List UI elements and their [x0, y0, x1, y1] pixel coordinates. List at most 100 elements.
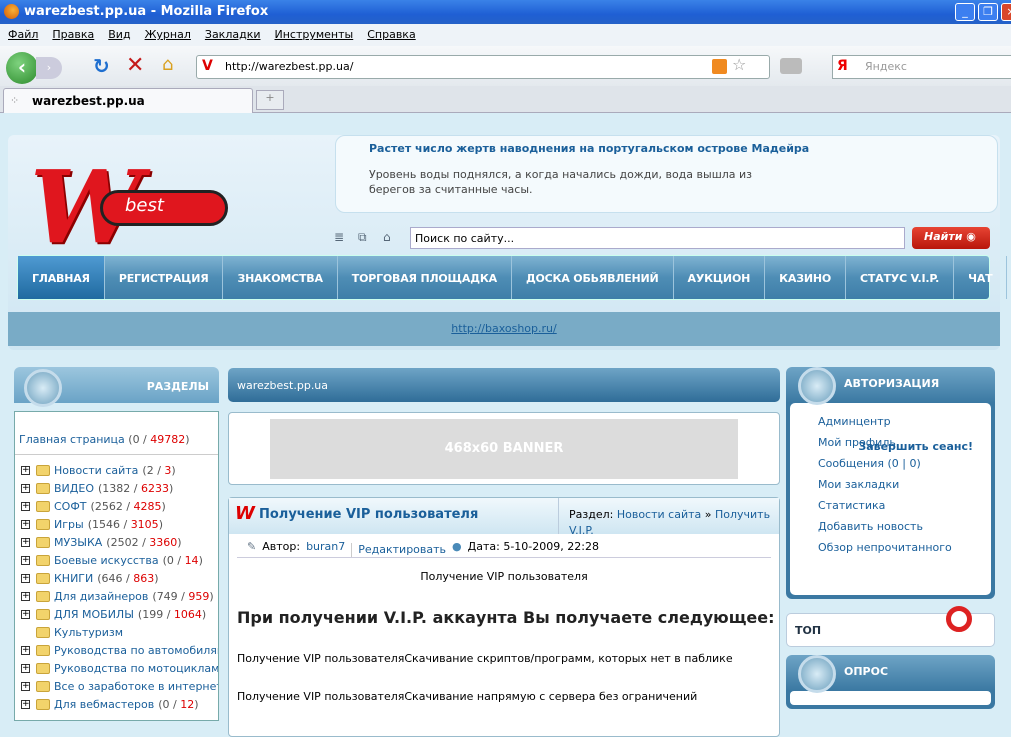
category-item[interactable]: + МУЗЫКА (2502 / 3360) — [15, 533, 218, 551]
category-label: КНИГИ — [54, 571, 94, 585]
menu-item[interactable]: Журнал — [145, 28, 191, 42]
expand-icon[interactable]: + — [21, 645, 30, 655]
home-icon[interactable]: ⌂ — [162, 54, 173, 75]
category-label: СОФТ — [54, 499, 87, 513]
menu-item[interactable]: Инструменты — [275, 28, 354, 42]
auth-link[interactable]: Обзор непрочитанного — [818, 541, 991, 562]
expand-icon[interactable]: + — [21, 681, 30, 691]
minimize-button[interactable]: _ — [955, 3, 975, 21]
search-engine-input[interactable]: Яндекс — [832, 55, 1011, 79]
home-link[interactable]: Главная страница (0 / 49782) — [15, 412, 218, 455]
expand-icon[interactable]: + — [21, 573, 30, 583]
stop-icon[interactable]: ✕ — [126, 53, 144, 78]
auth-link[interactable]: Админцентр — [818, 415, 991, 436]
bookmark-star-icon[interactable]: ☆ — [732, 55, 746, 74]
count-a: 2562 — [94, 499, 123, 513]
category-label: Для дизайнеров — [54, 589, 149, 603]
category-item[interactable]: + Для вебмастеров (0 / 12) — [15, 695, 218, 713]
category-counts: (2502 / 3360) — [106, 535, 182, 549]
expand-icon[interactable]: + — [21, 537, 30, 547]
back-button[interactable]: ‹ — [6, 52, 38, 84]
banner[interactable]: 468x60 BANNER — [270, 419, 738, 479]
category-item[interactable]: Культуризм — [15, 623, 218, 641]
rss-icon[interactable] — [712, 59, 727, 74]
bookmark-icon[interactable]: ⧉ — [358, 230, 367, 245]
category-counts: (2562 / 4285) — [90, 499, 166, 513]
camera-icon[interactable] — [780, 58, 802, 74]
site-favicon: V — [202, 58, 213, 74]
author-label: Автор: — [262, 540, 301, 553]
category-item[interactable]: + Боевые искусства (0 / 14) — [15, 551, 218, 569]
category-item[interactable]: +Руководства по автомобилям(5 — [15, 641, 218, 659]
category-label: Для вебмастеров — [54, 697, 155, 711]
expand-icon[interactable]: + — [21, 501, 30, 511]
auth-link[interactable]: Добавить новость — [818, 520, 991, 541]
count-a: 199 — [142, 607, 164, 621]
category-label: Руководства по мотоциклам — [54, 661, 218, 675]
category-item[interactable]: + Новости сайта (2 / 3) — [15, 461, 218, 479]
nav-item[interactable]: КАЗИНО — [765, 256, 846, 299]
news-title[interactable]: Растет число жертв наводнения на португа… — [369, 142, 997, 155]
expand-icon[interactable]: + — [21, 555, 30, 565]
tab-active[interactable]: warezbest.pp.ua — [3, 88, 253, 113]
auth-link[interactable]: Мои закладки — [818, 478, 991, 499]
window-titlebar: warezbest.pp.ua - Mozilla Firefox — [0, 0, 1011, 24]
expand-icon[interactable]: + — [21, 609, 30, 619]
firefox-icon — [4, 4, 19, 19]
category-item[interactable]: +Руководства по мотоциклам(1) — [15, 659, 218, 677]
edit-link[interactable]: Редактировать — [351, 543, 446, 557]
home-link-label: Главная страница — [19, 433, 125, 446]
menu-item[interactable]: Вид — [108, 28, 130, 42]
forward-button[interactable]: › — [36, 57, 62, 79]
home-icon[interactable]: ⌂ — [383, 230, 391, 244]
expand-icon[interactable]: + — [21, 519, 30, 529]
nav-item[interactable]: СТАТУС V.I.P. — [846, 256, 955, 299]
count-a: 1382 — [102, 481, 131, 495]
category-item[interactable]: + Игры (1546 / 3105) — [15, 515, 218, 533]
category-item[interactable]: + ДЛЯ МОБИЛЫ (199 / 1064) — [15, 605, 218, 623]
menu-item[interactable]: Справка — [367, 28, 415, 42]
category-item[interactable]: + ВИДЕО (1382 / 6233) — [15, 479, 218, 497]
menu-bar: Файл Правка Вид Журнал Закладки Инструменты Сп… — [0, 24, 1011, 46]
menu-item[interactable]: Закладки — [205, 28, 261, 42]
category-item[interactable]: + Для дизайнеров (749 / 959) — [15, 587, 218, 605]
nav-item[interactable]: ТОРГОВАЯ ПЛОЩАДКА — [338, 256, 512, 299]
search-button[interactable]: Найти ◉ — [912, 227, 990, 249]
maximize-button[interactable]: ❐ — [978, 3, 998, 21]
article-header: W Получение VIP пользователя Раздел: Ново… — [229, 498, 779, 534]
ad-link[interactable]: http://baxoshop.ru/ — [451, 322, 556, 335]
list-icon[interactable]: ≣ — [334, 230, 344, 244]
author-link[interactable]: buran7 — [306, 540, 345, 557]
nav-item[interactable]: ЗНАКОМСТВА — [223, 256, 338, 299]
expand-icon[interactable]: + — [21, 663, 30, 673]
category-link[interactable]: Новости сайта — [617, 508, 701, 521]
close-button[interactable]: × — [1001, 3, 1011, 21]
expand-icon[interactable]: + — [21, 699, 30, 709]
new-tab-button[interactable]: + — [256, 90, 284, 110]
category-item[interactable]: + СОФТ (2562 / 4285) — [15, 497, 218, 515]
category-item[interactable]: + КНИГИ (646 / 863) — [15, 569, 218, 587]
auth-link[interactable]: Статистика — [818, 499, 991, 520]
nav-item[interactable]: РЕГИСТРАЦИЯ — [105, 256, 224, 299]
category-item[interactable]: + Все о заработоке в интернет — [15, 677, 218, 695]
menu-item[interactable]: Файл — [8, 28, 38, 42]
nav-item[interactable]: ГЛАВНАЯ — [18, 256, 105, 299]
count-a: 0 — [162, 697, 170, 711]
menu-item[interactable]: Правка — [52, 28, 94, 42]
yandex-logo: Я — [837, 58, 848, 74]
nav-item[interactable]: АУКЦИОН — [674, 256, 766, 299]
auth-panel: Админцентр Мой профиль Сообщения (0 | 0) Мо… — [786, 403, 995, 599]
count-b: 863 — [133, 571, 155, 585]
expand-icon[interactable]: + — [21, 591, 30, 601]
expand-icon[interactable]: + — [21, 465, 30, 475]
url-input[interactable]: http://warezbest.pp.ua/ — [196, 55, 770, 79]
site-w-icon: W — [235, 503, 255, 524]
article-title[interactable]: W Получение VIP пользователя — [229, 498, 559, 534]
folder-icon — [36, 644, 50, 656]
expand-icon[interactable]: + — [21, 483, 30, 493]
nav-item[interactable]: ЧАТ — [954, 256, 1008, 299]
poll-header: ОПРОС — [786, 655, 995, 693]
nav-item[interactable]: ДОСКА ОБЬЯВЛЕНИЙ — [512, 256, 674, 299]
reload-icon[interactable]: ↻ — [93, 54, 110, 78]
site-search-input[interactable]: Поиск по сайту... — [410, 227, 905, 249]
